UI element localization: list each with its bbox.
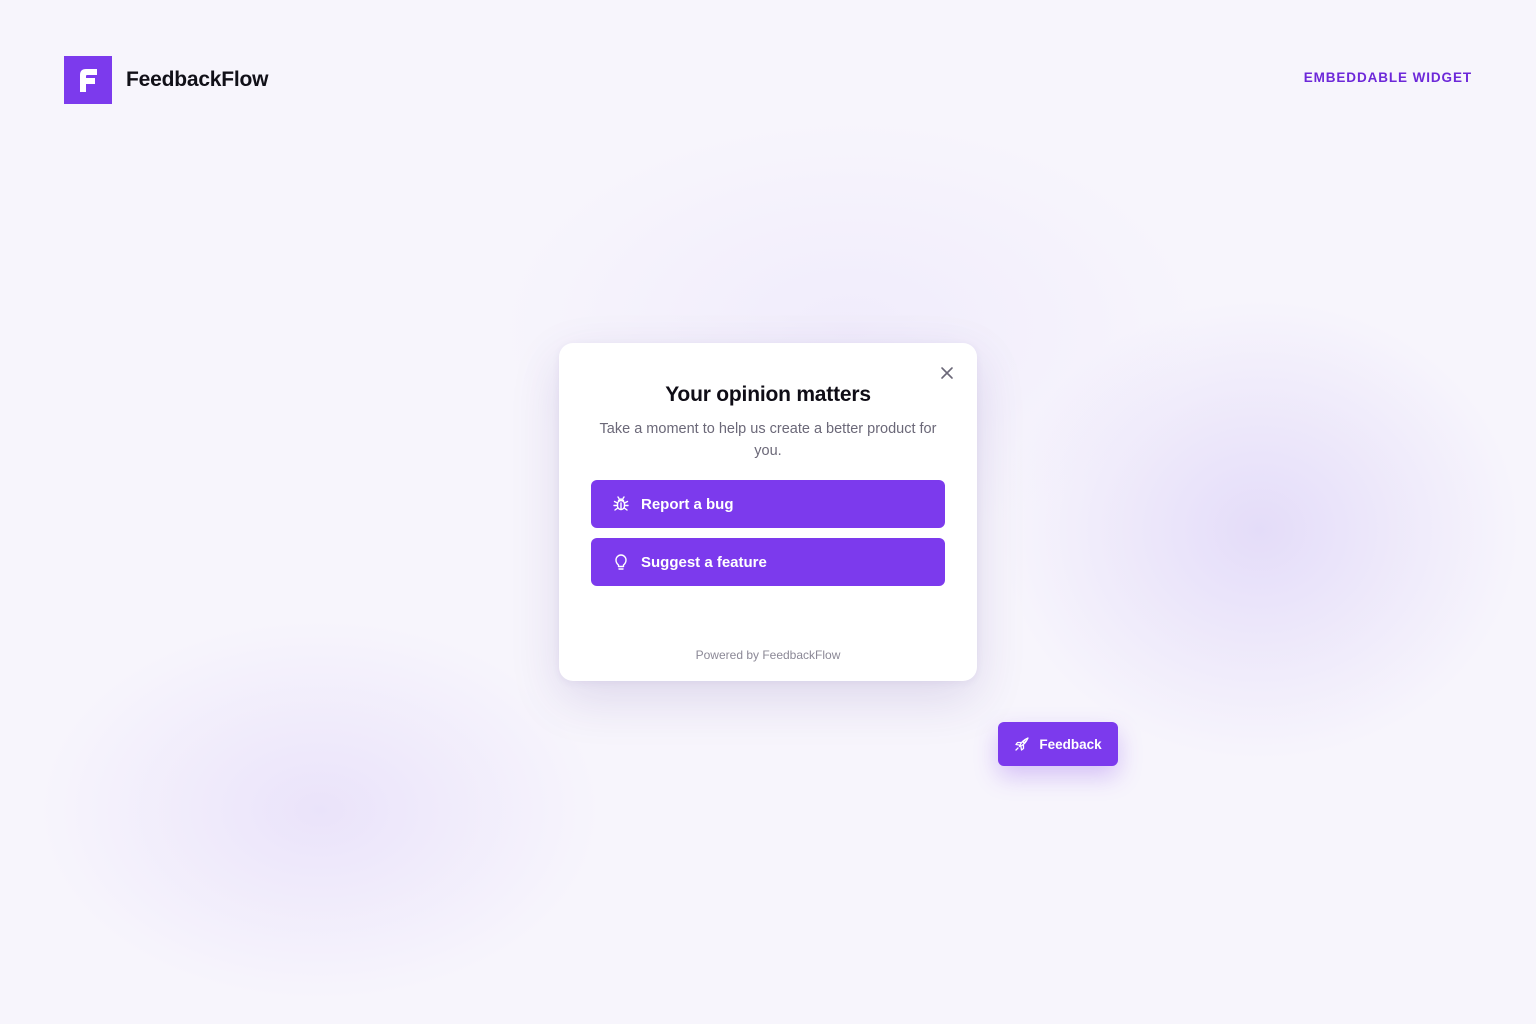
powered-by-text: Powered by FeedbackFlow bbox=[695, 648, 841, 662]
brand-name: FeedbackFlow bbox=[126, 68, 269, 91]
modal-title: Your opinion matters bbox=[665, 383, 871, 406]
feedbackflow-logo-icon bbox=[64, 56, 112, 104]
close-icon bbox=[941, 367, 953, 379]
brand[interactable]: FeedbackFlow bbox=[64, 56, 269, 104]
feedback-button-label: Feedback bbox=[1039, 736, 1102, 752]
modal-subtitle: Take a moment to help us create a better… bbox=[599, 421, 937, 459]
report-bug-label: Report a bug bbox=[641, 495, 734, 513]
header-tag: EMBEDDABLE WIDGET bbox=[1303, 70, 1472, 85]
rocket-icon bbox=[1014, 736, 1030, 752]
report-bug-button[interactable]: Report a bug bbox=[591, 480, 945, 528]
lightbulb-icon bbox=[612, 553, 630, 571]
suggest-feature-button[interactable]: Suggest a feature bbox=[591, 538, 945, 586]
background-glow bbox=[1000, 300, 1520, 760]
feedback-modal: Your opinion matters Take a moment to he… bbox=[559, 343, 977, 681]
suggest-feature-label: Suggest a feature bbox=[641, 553, 767, 571]
feedback-button[interactable]: Feedback bbox=[998, 722, 1118, 766]
background-glow bbox=[40, 620, 600, 1000]
close-button[interactable] bbox=[937, 363, 957, 383]
bug-icon bbox=[612, 495, 630, 513]
